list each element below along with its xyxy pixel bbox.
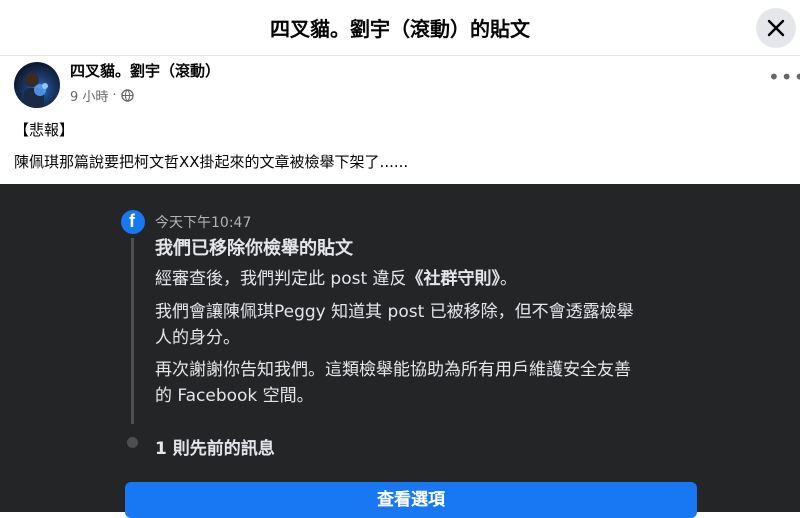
dialog-header: 四叉貓。劉宇（滾動）的貼文	[0, 0, 800, 56]
notice-paragraph-1: 經審查後，我們判定此 post 違反《社群守則》。	[155, 266, 700, 292]
timeline-line	[131, 238, 134, 424]
post-author[interactable]: 四叉貓。劉宇（滾動）	[70, 60, 220, 81]
dialog-title: 四叉貓。劉宇（滾動）的貼文	[270, 17, 530, 41]
notice-p1-prefix: 經審查後，我們判定此 post 違反	[155, 269, 407, 289]
notice-paragraph-2-line-2: 人的身分。	[155, 328, 240, 348]
globe-icon[interactable]	[120, 89, 134, 102]
notice-paragraph-3-line-1: 再次謝謝你告知我們。這類檢舉能協助為所有用戶維護安全友善	[155, 360, 631, 380]
more-options-button[interactable]: •••	[768, 67, 800, 90]
avatar[interactable]	[14, 62, 60, 108]
notice-paragraph-2-line-1: 我們會讓陳佩琪Peggy 知道其 post 已被移除，但不會透露檢舉	[155, 302, 634, 322]
close-button[interactable]	[756, 8, 796, 48]
close-icon	[767, 19, 785, 37]
post-meta: 9 小時 ·	[70, 86, 134, 105]
notice-paragraph-3-line-2: 的 Facebook 空間。	[155, 386, 314, 406]
facebook-logo-icon: f	[121, 210, 145, 234]
avatar-image	[24, 73, 48, 108]
post-text-line: 【悲報】	[14, 121, 75, 139]
previous-messages-link[interactable]: 1 則先前的訊息	[155, 434, 275, 459]
meta-separator: ·	[112, 88, 117, 103]
post-time[interactable]: 9 小時	[70, 86, 108, 105]
timeline-dot	[127, 437, 138, 448]
notice-title: 我們已移除你檢舉的貼文	[155, 238, 353, 259]
community-standards-link[interactable]: 《社群守則》	[407, 269, 501, 289]
notice-time: 今天下午10:47	[155, 215, 252, 231]
more-horizontal-icon: •••	[768, 65, 800, 89]
post-text-line: 陳佩琪那篇說要把柯文哲XX掛起來的文章被檢舉下架了......	[14, 153, 409, 171]
notice-p1-suffix: 。	[500, 269, 518, 289]
view-options-button[interactable]: 查看選項	[125, 482, 697, 518]
facebook-logo-letter: f	[129, 211, 135, 231]
